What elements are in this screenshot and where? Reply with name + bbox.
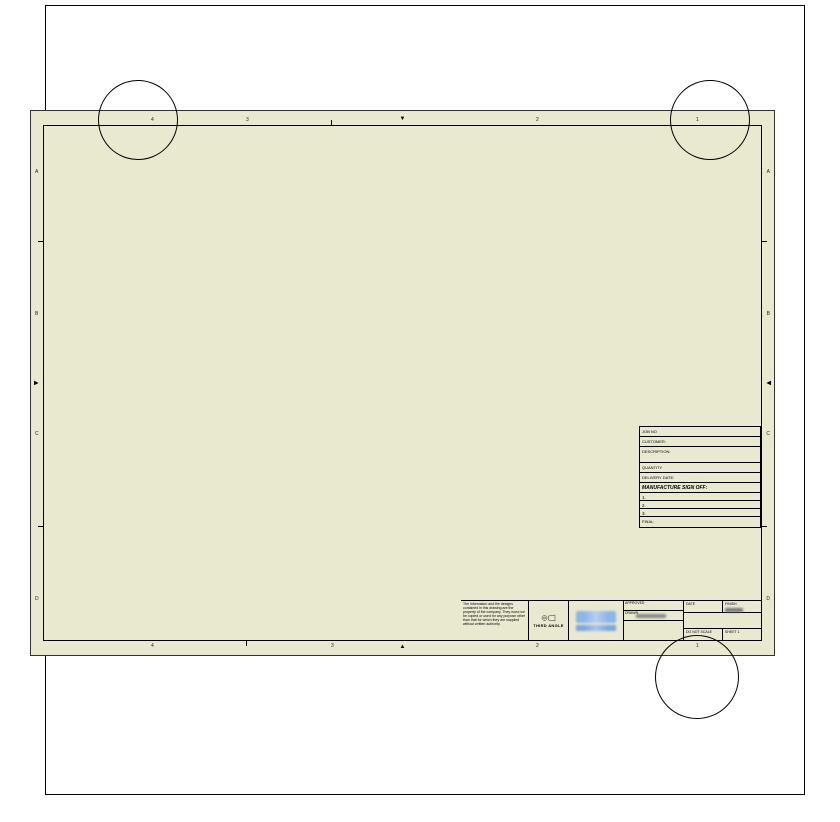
description-label: DESCRIPTION:	[642, 449, 670, 454]
signoff-3[interactable]: 3.	[640, 509, 760, 517]
zone-col-4-bot: 4	[151, 643, 154, 649]
signoff-row[interactable]: MANUFACTURE SIGN OFF:	[640, 483, 760, 493]
quantity-row[interactable]: QUANTITY	[640, 463, 760, 473]
row-1-label: 1.	[642, 495, 646, 500]
description-row[interactable]: DESCRIPTION:	[640, 447, 760, 463]
signoff-label: MANUFACTURE SIGN OFF:	[642, 485, 707, 491]
projection-column: THIRD ANGLE	[529, 601, 569, 641]
third-angle-label: THIRD ANGLE	[533, 623, 563, 628]
zone-tick	[38, 241, 43, 242]
customer-row[interactable]: CUSTOMER:	[640, 437, 760, 447]
id-column: DATE FINISH DO NOT SCALE SHEET 1	[684, 601, 761, 641]
final-label: FINAL:	[642, 519, 654, 524]
zone-col-2-bot: 2	[536, 643, 539, 649]
do-not-scale-cell: DO NOT SCALE	[684, 629, 723, 641]
zone-row-c-right: C	[766, 431, 770, 437]
center-mark-right: ◀	[766, 380, 771, 387]
notes-column: The information and the designs containe…	[461, 601, 529, 641]
drawn-row[interactable]: DRAWN	[624, 611, 683, 621]
job-info-block[interactable]: JOB NO CUSTOMER: DESCRIPTION: QUANTITY D…	[639, 426, 761, 528]
zone-row-b-right: B	[767, 311, 770, 317]
center-mark-left: ▶	[34, 380, 39, 387]
do-not-scale-label: DO NOT SCALE	[686, 630, 712, 634]
zone-row-c-left: C	[35, 431, 39, 437]
notes-text: The information and the designs containe…	[463, 602, 525, 626]
finish-cell[interactable]: FINISH	[723, 601, 761, 612]
job-no-row[interactable]: JOB NO	[640, 427, 760, 437]
third-angle-icon	[541, 614, 557, 622]
zone-col-4-top: 4	[151, 117, 154, 123]
drawn-value-redacted	[636, 614, 666, 618]
sheet-cell: SHEET 1	[723, 629, 761, 641]
approved-row[interactable]: APPROVED	[624, 601, 683, 611]
delivery-row[interactable]: DELIVERY DATE:	[640, 473, 760, 483]
zone-col-2-top: 2	[536, 117, 539, 123]
approval-column: APPROVED DRAWN	[624, 601, 684, 641]
drawing-number-cell[interactable]	[684, 613, 761, 629]
company-logo	[576, 611, 616, 623]
zone-col-3-bot: 3	[331, 643, 334, 649]
signoff-1[interactable]: 1.	[640, 493, 760, 501]
zone-row-d-right: D	[766, 596, 770, 602]
finish-value-redacted	[725, 608, 743, 612]
finish-label: FINISH	[725, 602, 736, 606]
title-block[interactable]: The information and the designs containe…	[461, 600, 761, 641]
quantity-label: QUANTITY	[642, 465, 662, 470]
zone-tick	[38, 526, 43, 527]
zone-tick	[331, 120, 332, 125]
sheet-label: SHEET 1	[725, 630, 740, 634]
zone-row-a-left: A	[35, 169, 38, 175]
zone-tick	[762, 526, 767, 527]
zone-col-1-bot: 1	[696, 643, 699, 649]
final-row[interactable]: FINAL:	[640, 517, 760, 527]
zone-row-a-right: A	[767, 169, 770, 175]
row-3-label: 3.	[642, 511, 646, 516]
job-no-label: JOB NO	[642, 429, 657, 434]
zone-col-3-top: 3	[246, 117, 249, 123]
customer-label: CUSTOMER:	[642, 439, 666, 444]
zone-tick	[246, 641, 247, 646]
date-cell[interactable]: DATE	[684, 601, 723, 612]
delivery-label: DELIVERY DATE:	[642, 475, 674, 480]
zone-col-1-top: 1	[696, 117, 699, 123]
zone-row-d-left: D	[35, 596, 39, 602]
center-mark-top: ▼	[400, 116, 406, 122]
zone-tick	[762, 241, 767, 242]
logo-column	[569, 601, 624, 641]
approved-label: APPROVED	[625, 601, 644, 605]
zone-row-b-left: B	[35, 311, 38, 317]
drawing-sheet[interactable]: 4 3 2 1 ▼ 4 3 2 1 ▲ A B C D ▶ A B C D ◀ …	[30, 110, 775, 656]
signoff-2[interactable]: 2.	[640, 501, 760, 509]
row-2-label: 2.	[642, 503, 646, 508]
drawing-border	[43, 125, 762, 641]
company-logo-sub	[576, 625, 616, 631]
blank-row	[624, 621, 683, 641]
center-mark-bottom: ▲	[400, 644, 406, 650]
date-label: DATE	[686, 602, 695, 606]
